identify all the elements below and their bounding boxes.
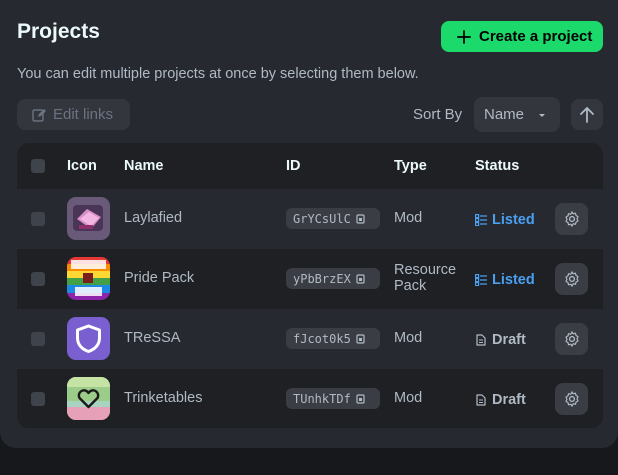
edit-links-label: Edit links [53, 106, 114, 123]
row-checkbox[interactable] [31, 332, 45, 346]
page-title: Projects [17, 20, 100, 43]
project-settings-button[interactable] [555, 323, 588, 355]
project-icon-pride-pack[interactable] [67, 257, 110, 300]
chevron-down-icon [539, 114, 545, 117]
status-label: Listed [492, 212, 535, 228]
gear-icon [564, 271, 579, 287]
project-id-chip[interactable]: fJcot0k5 [286, 328, 380, 349]
gear-icon [564, 331, 579, 347]
page-subtitle: You can edit multiple projects at once b… [17, 66, 419, 82]
project-type: Mod [394, 330, 423, 346]
project-name[interactable]: Pride Pack [124, 270, 194, 286]
file-icon [476, 334, 486, 346]
select-all-checkbox[interactable] [31, 159, 45, 173]
row-checkbox[interactable] [31, 272, 45, 286]
status-badge: Draft [475, 332, 526, 348]
project-name[interactable]: Trinketables [124, 390, 202, 406]
row-checkbox[interactable] [31, 392, 45, 406]
projects-table: Icon Name ID Type Status Laylafied GrYCs… [17, 143, 603, 428]
edit-icon [32, 108, 46, 122]
project-name[interactable]: TReSSA [124, 330, 180, 346]
copy-icon [356, 333, 365, 344]
table-row: Pride Pack yPbBrzEX Resource Pack Listed [17, 249, 603, 309]
column-header-status: Status [475, 158, 520, 174]
column-header-name: Name [124, 158, 164, 174]
project-name[interactable]: Laylafied [124, 210, 182, 226]
project-id-chip[interactable]: GrYCsUlC [286, 208, 380, 229]
copy-icon [356, 273, 365, 284]
table-row: TReSSA fJcot0k5 Mod Draft [17, 309, 603, 369]
sort-by-label: Sort By [413, 106, 463, 123]
gear-icon [564, 211, 579, 227]
project-id: yPbBrzEX [293, 271, 351, 286]
project-id: TUnhkTDf [293, 391, 351, 406]
column-header-type: Type [394, 158, 427, 174]
status-label: Draft [492, 332, 526, 348]
sort-select[interactable]: Name [474, 97, 560, 132]
project-id: fJcot0k5 [293, 331, 351, 346]
create-project-label: Create a project [479, 28, 593, 45]
projects-card: Projects Create a project You can edit m… [0, 0, 618, 448]
status-badge: Listed [475, 272, 535, 288]
row-checkbox[interactable] [31, 212, 45, 226]
project-id-chip[interactable]: yPbBrzEX [286, 268, 380, 289]
file-icon [476, 394, 486, 406]
copy-icon [356, 393, 365, 404]
create-project-button[interactable]: Create a project [441, 21, 603, 52]
project-id-chip[interactable]: TUnhkTDf [286, 388, 380, 409]
sort-select-value: Name [484, 106, 525, 123]
project-icon-trinketables[interactable] [67, 377, 110, 420]
list-icon [475, 214, 487, 226]
table-row: Trinketables TUnhkTDf Mod Draft [17, 369, 603, 428]
status-badge: Listed [475, 212, 535, 228]
table-header: Icon Name ID Type Status [17, 143, 603, 189]
project-settings-button[interactable] [555, 383, 588, 415]
project-type: Resource Pack [394, 262, 457, 294]
plus-icon [457, 29, 471, 44]
project-type: Mod [394, 210, 423, 226]
list-icon [475, 274, 487, 286]
gear-icon [564, 391, 579, 407]
table-row: Laylafied GrYCsUlC Mod Listed [17, 189, 603, 249]
column-header-id: ID [286, 158, 301, 174]
project-icon-laylafied[interactable] [67, 197, 110, 240]
project-id: GrYCsUlC [293, 211, 351, 226]
edit-links-button[interactable]: Edit links [17, 99, 130, 130]
sort-direction-button[interactable] [571, 99, 603, 130]
project-settings-button[interactable] [555, 263, 588, 295]
copy-icon [356, 213, 365, 224]
project-icon-tressa[interactable] [67, 317, 110, 360]
status-label: Draft [492, 392, 526, 408]
status-badge: Draft [475, 392, 526, 408]
column-header-icon: Icon [67, 158, 97, 174]
status-label: Listed [492, 272, 535, 288]
arrow-up-icon [580, 106, 594, 123]
project-settings-button[interactable] [555, 203, 588, 235]
project-type: Mod [394, 390, 423, 406]
